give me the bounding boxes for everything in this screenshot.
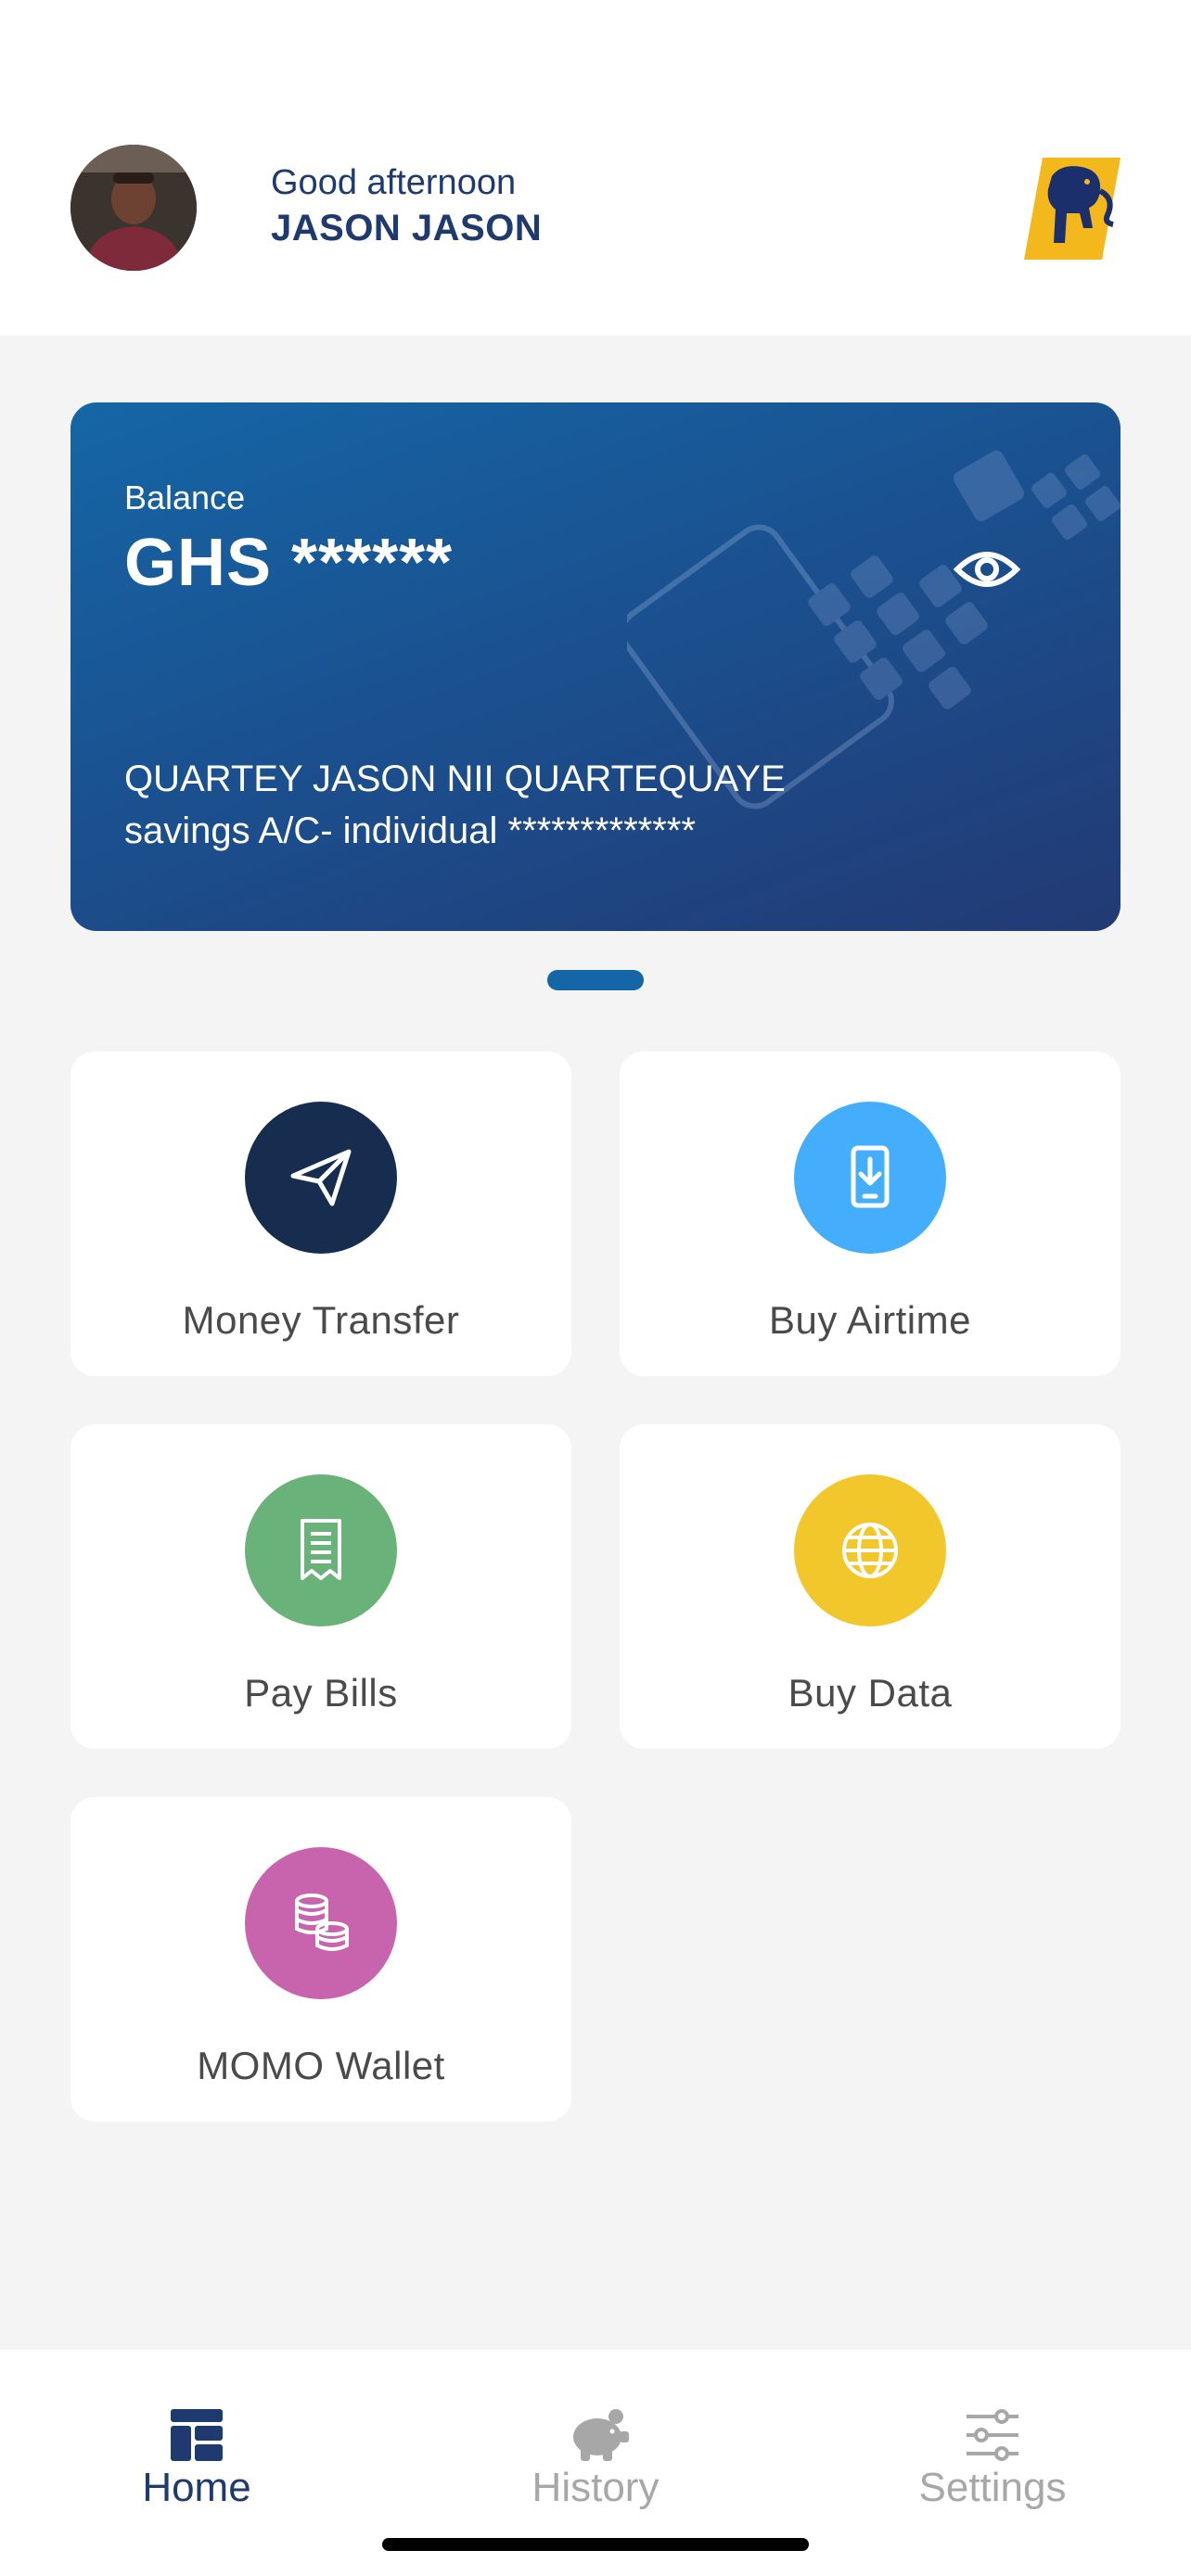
balance-card[interactable]: Balance GHS ****** QUARTEY JASON NII QUA… (70, 402, 1121, 931)
tile-label: Buy Airtime (769, 1298, 971, 1342)
pager-indicator[interactable] (547, 970, 644, 990)
momo-wallet-tile[interactable]: MOMO Wallet (70, 1797, 571, 2122)
avatar[interactable] (70, 145, 197, 271)
dashboard-icon (169, 2407, 224, 2463)
nav-item-settings[interactable]: Settings (853, 2350, 1132, 2576)
tile-label: MOMO Wallet (197, 2044, 445, 2087)
tile-label: Money Transfer (182, 1298, 460, 1342)
eye-icon[interactable] (952, 534, 1022, 605)
nav-label: Home (142, 2465, 251, 2510)
nav-label: Settings (918, 2465, 1067, 2510)
buy-data-tile[interactable]: Buy Data (620, 1424, 1121, 1749)
balance-label: Balance (124, 478, 246, 516)
header: Good afternoon JASON JASON (0, 0, 1191, 336)
money-transfer-tile[interactable]: Money Transfer (70, 1052, 571, 1376)
home-indicator[interactable] (382, 2538, 809, 2551)
account-name: QUARTEY JASON NII QUARTEQUAYE (124, 759, 786, 799)
nav-item-home[interactable]: Home (58, 2350, 336, 2576)
greeting-text: Good afternoon (271, 163, 517, 202)
balance-value: GHS ****** (124, 526, 454, 600)
coins-icon (245, 1847, 397, 1999)
user-name: JASON JASON (271, 208, 543, 249)
phone-download-icon (794, 1102, 946, 1254)
sliders-icon (965, 2407, 1020, 2463)
pay-bills-tile[interactable]: Pay Bills (70, 1424, 571, 1749)
globe-icon (794, 1474, 946, 1626)
nav-label: History (531, 2465, 660, 2510)
user-photo-icon (70, 145, 197, 271)
tile-label: Pay Bills (244, 1671, 398, 1715)
receipt-icon (245, 1474, 397, 1626)
buy-airtime-tile[interactable]: Buy Airtime (620, 1052, 1121, 1376)
tile-label: Buy Data (788, 1671, 953, 1715)
piggy-bank-icon (568, 2407, 629, 2463)
elephant-logo-icon (1024, 158, 1121, 260)
account-type: savings A/C- individual ************* (124, 810, 696, 851)
paper-plane-icon (245, 1102, 397, 1254)
